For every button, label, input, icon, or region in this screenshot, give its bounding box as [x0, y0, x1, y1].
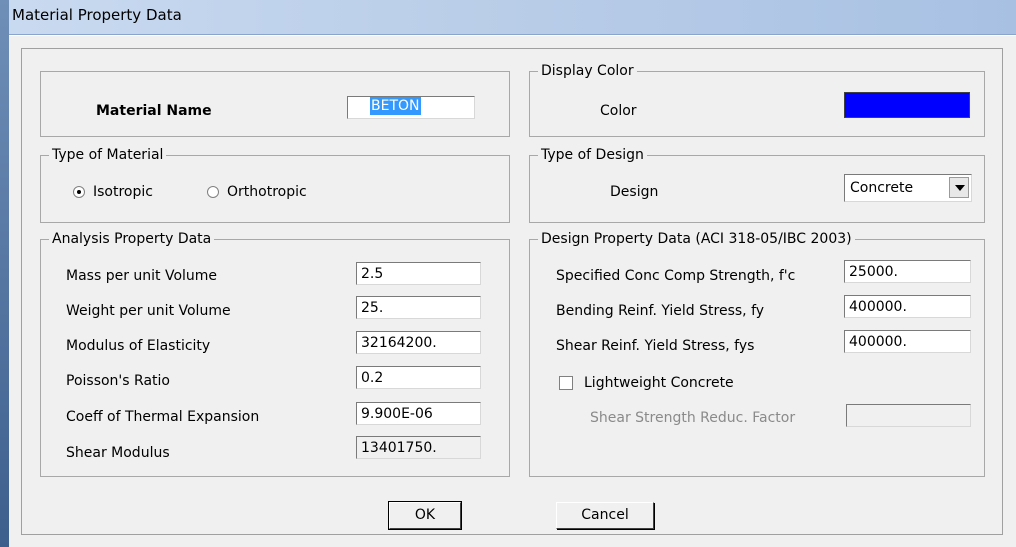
dialog-body: Material Name BETON Display Color Color … [9, 35, 1016, 547]
dialog-panel: Material Name BETON Display Color Color … [21, 48, 1003, 535]
orthotropic-label: Orthotropic [227, 184, 307, 200]
color-label: Color [600, 103, 637, 119]
isotropic-label: Isotropic [93, 184, 153, 200]
shear-yield-input[interactable] [844, 330, 971, 353]
weight-per-volume-input[interactable] [356, 296, 481, 319]
material-property-dialog: Material Property Data Material Name BET… [0, 0, 1016, 547]
shear-modulus-label: Shear Modulus [66, 445, 170, 461]
mass-per-volume-input[interactable] [356, 262, 481, 285]
type-of-material-group: Type of Material Isotropic Orthotropic [40, 146, 510, 223]
ok-button[interactable]: OK [388, 501, 462, 530]
design-property-group: Design Property Data (ACI 318-05/IBC 200… [529, 230, 985, 477]
poissons-ratio-label: Poisson's Ratio [66, 373, 170, 389]
design-label: Design [610, 184, 659, 200]
display-color-group: Display Color Color [529, 62, 985, 137]
design-select[interactable]: Concrete [844, 174, 972, 202]
display-color-legend: Display Color [538, 62, 637, 80]
modulus-elasticity-label: Modulus of Elasticity [66, 338, 211, 354]
analysis-property-legend: Analysis Property Data [49, 230, 215, 248]
modulus-elasticity-input[interactable] [356, 331, 481, 354]
material-name-box: Material Name BETON [40, 71, 510, 137]
type-of-design-legend: Type of Design [538, 146, 647, 164]
orthotropic-radio[interactable] [207, 186, 219, 198]
lightweight-checkbox[interactable] [559, 376, 573, 390]
conc-strength-input[interactable] [844, 260, 971, 283]
cancel-button[interactable]: Cancel [556, 502, 654, 529]
shear-modulus-value [356, 436, 481, 459]
thermal-expansion-label: Coeff of Thermal Expansion [66, 409, 260, 425]
shear-reduc-label: Shear Strength Reduc. Factor [590, 410, 796, 426]
shear-yield-label: Shear Reinf. Yield Stress, fys [556, 338, 755, 354]
design-property-legend: Design Property Data (ACI 318-05/IBC 200… [538, 230, 855, 248]
window-title: Material Property Data [12, 6, 182, 24]
type-of-design-group: Type of Design Design Concrete [529, 146, 985, 223]
weight-per-volume-label: Weight per unit Volume [66, 303, 231, 319]
isotropic-radio[interactable] [73, 186, 85, 198]
conc-strength-label: Specified Conc Comp Strength, f'c [556, 268, 796, 284]
thermal-expansion-input[interactable] [356, 402, 481, 425]
material-name-label: Material Name [96, 103, 212, 119]
chevron-down-icon[interactable] [949, 177, 969, 198]
bending-yield-label: Bending Reinf. Yield Stress, fy [556, 303, 765, 319]
title-bar[interactable]: Material Property Data [0, 0, 1016, 35]
color-swatch[interactable] [844, 92, 970, 118]
shear-reduc-input[interactable] [846, 404, 971, 427]
mass-per-volume-label: Mass per unit Volume [66, 268, 218, 284]
window-frame-edge [0, 0, 9, 547]
analysis-property-group: Analysis Property Data Mass per unit Vol… [40, 230, 510, 477]
type-of-material-legend: Type of Material [49, 146, 167, 164]
design-select-value: Concrete [850, 180, 914, 196]
lightweight-label: Lightweight Concrete [584, 375, 734, 391]
poissons-ratio-input[interactable] [356, 366, 481, 389]
bending-yield-input[interactable] [844, 295, 971, 318]
material-name-input[interactable] [347, 96, 475, 119]
